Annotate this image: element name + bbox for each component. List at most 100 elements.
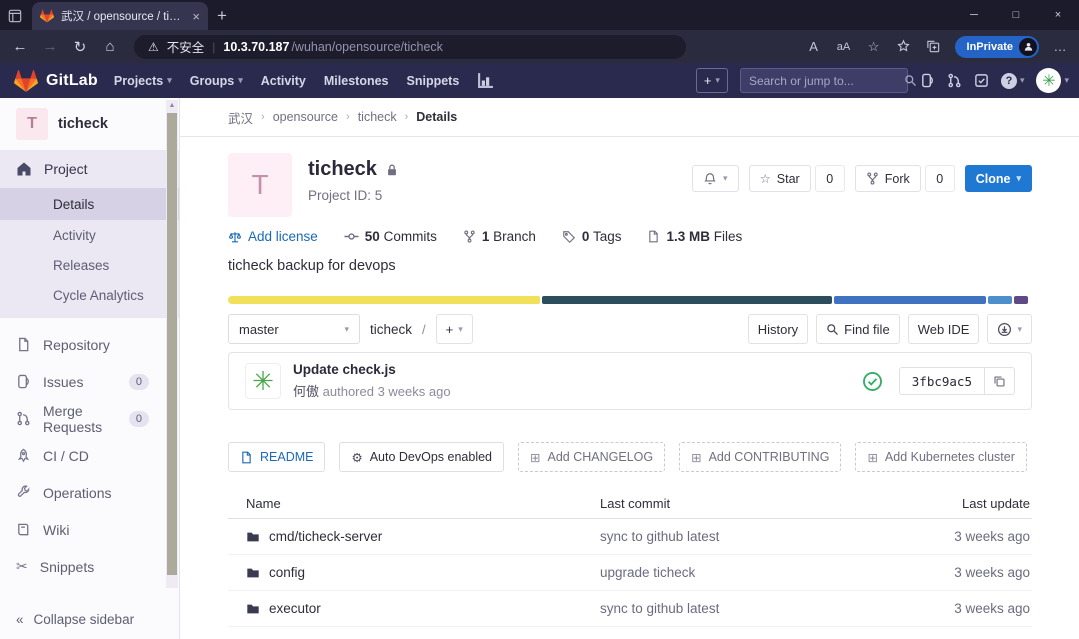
security-label[interactable]: 不安全	[167, 37, 205, 56]
fork-button[interactable]: Fork	[855, 165, 921, 192]
language-bar[interactable]	[228, 296, 1032, 304]
refresh-button[interactable]: ↻	[66, 33, 94, 61]
breadcrumb-group[interactable]: 武汉	[228, 108, 253, 127]
branches-stat[interactable]: 1 Branch	[463, 229, 536, 244]
sidebar-item-merge-requests[interactable]: Merge Requests 0	[0, 400, 179, 437]
favorites-bar-icon[interactable]	[891, 34, 917, 60]
download-button[interactable]: ▾	[987, 314, 1032, 344]
tab-actions-icon[interactable]	[0, 2, 30, 30]
file-name[interactable]: config	[269, 565, 305, 580]
commit-author[interactable]: 何傲	[293, 384, 319, 399]
add-kubernetes-cluster-button[interactable]: ⊞ Add Kubernetes cluster	[855, 442, 1026, 472]
fork-count[interactable]: 0	[925, 165, 955, 192]
sidebar-item-releases[interactable]: Releases	[0, 250, 179, 280]
inprivate-badge[interactable]: InPrivate	[955, 36, 1039, 58]
readme-button[interactable]: README	[228, 442, 325, 472]
browser-tab[interactable]: 武汉 / opensource / ticheck · Git ×	[32, 2, 208, 30]
commit-icon	[344, 229, 359, 244]
forward-button[interactable]: →	[36, 33, 64, 61]
file-commit-message[interactable]: sync to github latest	[600, 601, 890, 616]
add-file-button[interactable]: + ▾	[436, 314, 473, 344]
repo-file-buttons: README ⚙ Auto DevOps enabled ⊞ Add CHANG…	[228, 442, 1032, 472]
address-bar[interactable]: ⚠ 不安全 | 10.3.70.187 /wuhan/opensource/ti…	[134, 35, 686, 59]
history-button[interactable]: History	[748, 314, 808, 344]
scroll-up-icon[interactable]: ▲	[166, 100, 178, 112]
new-menu-button[interactable]: +▾	[696, 68, 728, 93]
minimize-button[interactable]: ─	[953, 0, 995, 30]
nav-projects[interactable]: Projects▾	[114, 74, 172, 88]
star-button[interactable]: ☆ Star	[749, 165, 811, 192]
chevron-down-icon: ▾	[344, 324, 349, 335]
table-row[interactable]: executor sync to github latest 3 weeks a…	[228, 591, 1032, 627]
global-search[interactable]	[740, 68, 908, 93]
file-name[interactable]: cmd/ticheck-server	[269, 529, 382, 544]
back-button[interactable]: ←	[6, 33, 34, 61]
gitlab-navbar: GitLab Projects▾ Groups▾ Activity Milest…	[0, 63, 1079, 98]
translate-icon[interactable]: aA	[831, 34, 857, 60]
table-row[interactable]: cmd/ticheck-server sync to github latest…	[228, 519, 1032, 555]
gitlab-brand[interactable]: GitLab	[14, 69, 98, 93]
issues-nav-icon[interactable]	[920, 73, 935, 88]
sidebar-scrollbar[interactable]: ▲	[166, 100, 178, 588]
breadcrumb-subgroup[interactable]: opensource	[273, 110, 338, 124]
chart-icon[interactable]	[477, 72, 494, 89]
file-name[interactable]: executor	[269, 601, 321, 616]
add-license-link[interactable]: Add license	[228, 229, 318, 244]
table-row[interactable]: internal sync to github latest 3 weeks a…	[228, 627, 1032, 639]
table-row[interactable]: config upgrade ticheck 3 weeks ago	[228, 555, 1032, 591]
scrollbar-thumb[interactable]	[167, 113, 177, 575]
sidebar-item-repository[interactable]: Repository	[0, 326, 179, 363]
read-aloud-icon[interactable]: A	[801, 34, 827, 60]
new-tab-button[interactable]: +	[208, 2, 236, 30]
star-count[interactable]: 0	[815, 165, 845, 192]
todos-nav-icon[interactable]	[974, 73, 989, 88]
file-commit-message[interactable]: upgrade ticheck	[600, 565, 890, 580]
sidebar-item-snippets[interactable]: ✂ Snippets	[0, 548, 179, 585]
close-button[interactable]: ×	[1037, 0, 1079, 30]
sidebar-context[interactable]: T ticheck	[0, 98, 179, 150]
clone-button[interactable]: Clone ▾	[965, 165, 1032, 192]
branch-selector[interactable]: master ▾	[228, 314, 360, 344]
tab-close-icon[interactable]: ×	[192, 9, 200, 24]
sidebar-item-wiki[interactable]: Wiki	[0, 511, 179, 548]
home-button[interactable]: ⌂	[96, 33, 124, 61]
pipeline-status-icon[interactable]	[862, 371, 883, 392]
sidebar-item-issues[interactable]: Issues 0	[0, 363, 179, 400]
sidebar-item-ci-cd[interactable]: CI / CD	[0, 437, 179, 474]
file-commit-message[interactable]: sync to github latest	[600, 529, 890, 544]
sidebar-item-operations[interactable]: Operations	[0, 474, 179, 511]
merge-requests-nav-icon[interactable]	[947, 73, 962, 88]
commit-sha[interactable]: 3fbc9ac5	[900, 368, 984, 394]
navbar-right: +▾ ? ▾ ✳ ▾	[696, 68, 1069, 93]
add-favorite-icon[interactable]: ☆	[861, 34, 887, 60]
search-input[interactable]	[749, 74, 904, 88]
add-contributing-button[interactable]: ⊞ Add CONTRIBUTING	[679, 442, 841, 472]
repo-path-root[interactable]: ticheck	[370, 322, 412, 337]
nav-milestones[interactable]: Milestones	[324, 74, 389, 88]
commit-title-link[interactable]: Update check.js	[293, 362, 451, 377]
help-menu[interactable]: ? ▾	[1001, 73, 1025, 89]
copy-sha-button[interactable]	[984, 368, 1014, 394]
find-file-button[interactable]: Find file	[816, 314, 900, 344]
nav-activity[interactable]: Activity	[261, 74, 306, 88]
commits-stat[interactable]: 50 Commits	[344, 229, 437, 244]
sidebar-item-project[interactable]: Project	[0, 150, 179, 188]
user-menu[interactable]: ✳ ▾	[1036, 68, 1069, 93]
nav-groups[interactable]: Groups▾	[190, 74, 243, 88]
breadcrumb-project[interactable]: ticheck	[358, 110, 397, 124]
add-changelog-button[interactable]: ⊞ Add CHANGELOG	[518, 442, 665, 472]
files-stat[interactable]: 1.3 MB Files	[647, 229, 742, 244]
sidebar-item-cycle-analytics[interactable]: Cycle Analytics	[0, 280, 179, 310]
sidebar-item-details[interactable]: Details	[0, 188, 179, 220]
maximize-button[interactable]: □	[995, 0, 1037, 30]
notification-setting-button[interactable]: ▾	[692, 165, 739, 192]
auto-devops-button[interactable]: ⚙ Auto DevOps enabled	[339, 442, 504, 472]
sidebar-item-activity[interactable]: Activity	[0, 220, 179, 250]
web-ide-button[interactable]: Web IDE	[908, 314, 980, 344]
settings-more-icon[interactable]: …	[1047, 34, 1073, 60]
nav-snippets[interactable]: Snippets	[407, 74, 460, 88]
col-name: Name	[246, 496, 600, 511]
collapse-sidebar-button[interactable]: « Collapse sidebar	[0, 599, 179, 639]
collections-icon[interactable]	[921, 34, 947, 60]
tags-stat[interactable]: 0 Tags	[562, 229, 622, 244]
